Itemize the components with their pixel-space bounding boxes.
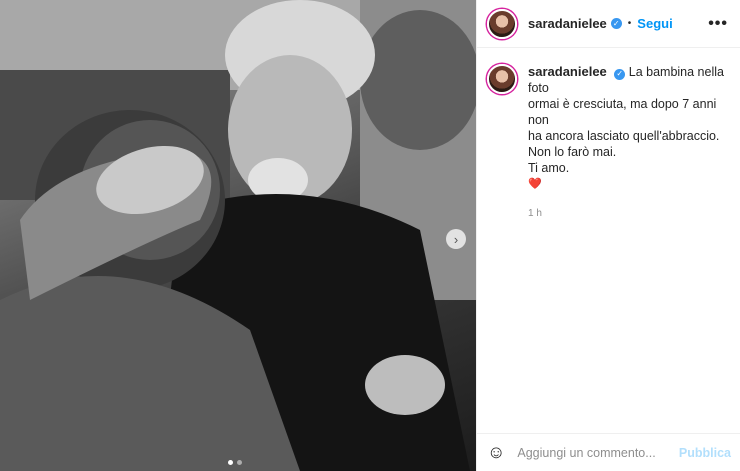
comment-bar: ☺ Pubblica — [477, 433, 740, 471]
carousel-dot — [228, 460, 233, 465]
more-options-icon[interactable]: ••• — [708, 15, 728, 33]
verified-icon: ✓ — [610, 18, 622, 29]
verified-icon: ✓ — [614, 68, 626, 80]
post-sidebar: saradanielee ✓ • Segui ••• saradanielee … — [476, 0, 740, 471]
emoji-icon[interactable]: ☺ — [487, 442, 505, 463]
publish-button[interactable]: Pubblica — [679, 446, 731, 460]
next-photo-button[interactable]: › — [446, 229, 466, 249]
heart-emoji: ❤️ — [528, 178, 542, 190]
caption-line: Ti amo. — [528, 161, 570, 175]
avatar[interactable] — [487, 8, 517, 39]
username-link[interactable]: saradanielee — [528, 16, 607, 31]
post-header: saradanielee ✓ • Segui ••• — [477, 0, 740, 48]
caption-line: ormai è cresciuta, ma dopo 7 anni non — [528, 97, 717, 127]
caption-avatar[interactable] — [487, 64, 517, 94]
carousel-indicator — [228, 460, 242, 465]
chevron-right-icon: › — [453, 231, 459, 247]
caption-username-link[interactable]: saradanielee — [528, 64, 607, 79]
caption-line: Non lo farò mai. — [528, 145, 617, 159]
caption-body: saradanielee ✓ La bambina nella foto orm… — [528, 64, 728, 222]
comment-input[interactable] — [517, 445, 678, 460]
caption-line: ha ancora lasciato quell'abbraccio. — [528, 129, 720, 143]
post-photo[interactable]: › — [0, 0, 476, 471]
follow-button[interactable]: Segui — [637, 16, 672, 31]
photo-illustration — [0, 0, 476, 471]
caption: saradanielee ✓ La bambina nella foto orm… — [477, 48, 740, 222]
separator-dot: • — [627, 18, 632, 29]
carousel-dot — [237, 460, 242, 465]
post-timestamp[interactable]: 1 h — [528, 206, 728, 222]
